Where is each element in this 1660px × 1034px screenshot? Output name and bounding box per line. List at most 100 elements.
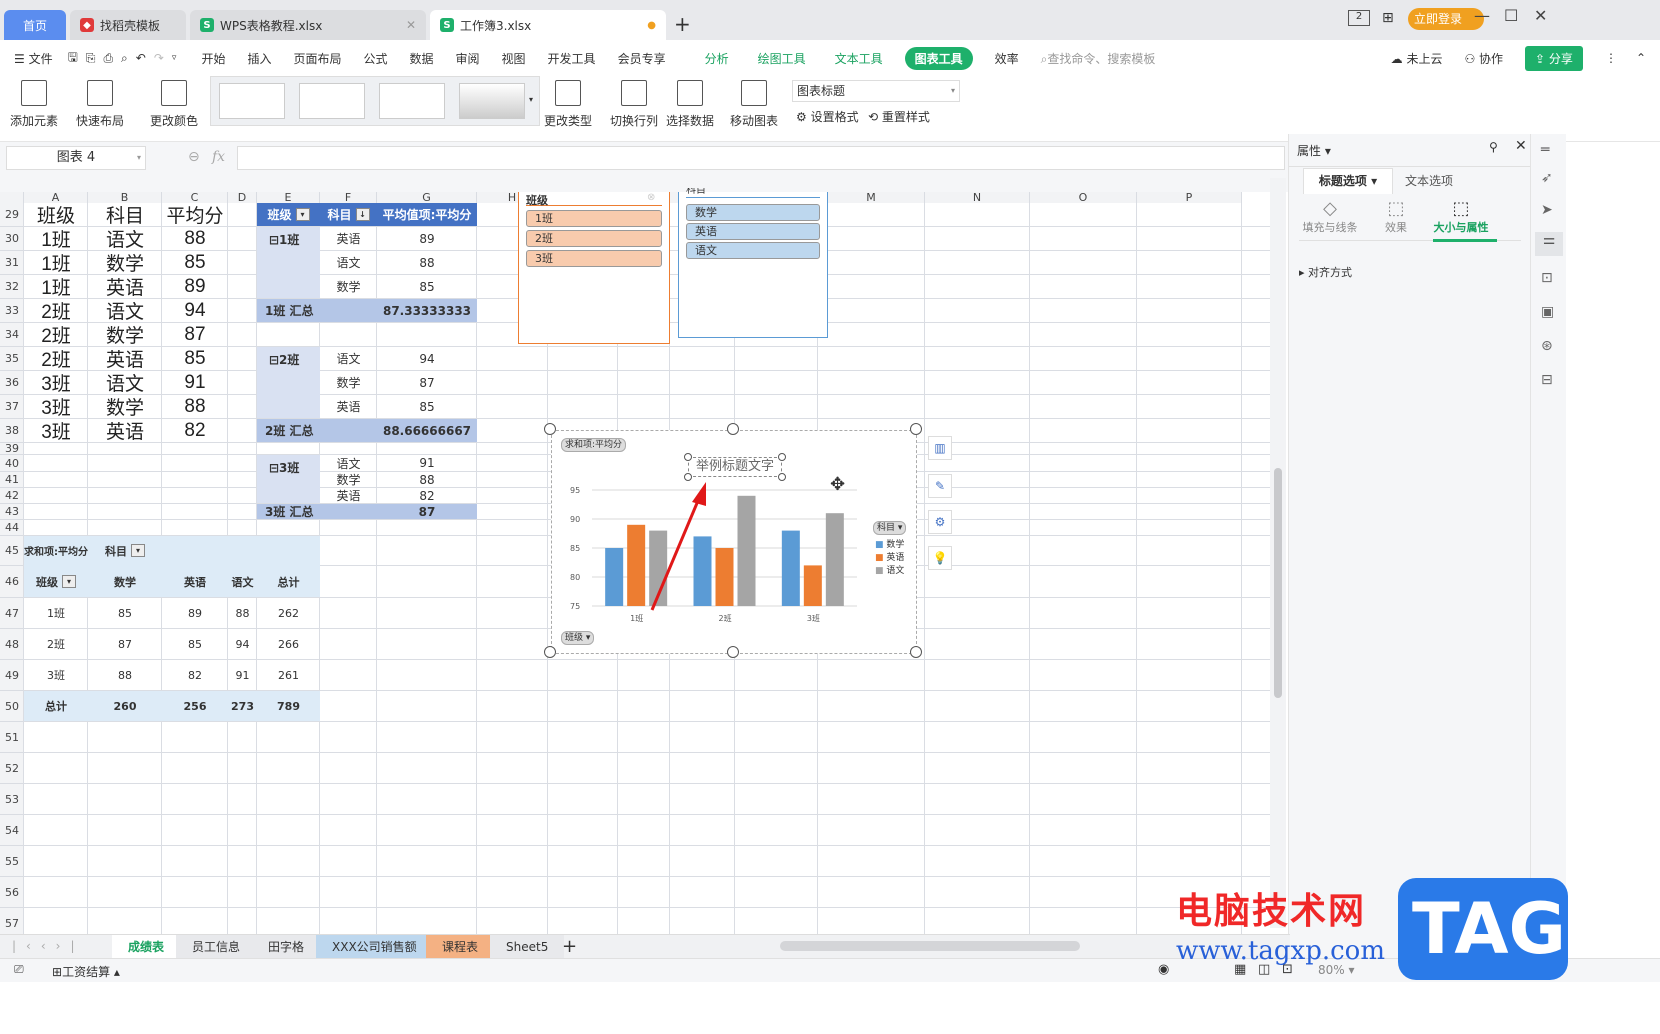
tab-wps-tutorial[interactable]: S WPS表格教程.xlsx ✕ — [190, 10, 426, 40]
cell[interactable]: 3班 — [24, 395, 88, 418]
tab-title-options[interactable]: 标题选项 ▾ — [1303, 168, 1393, 194]
chart-style-3[interactable] — [379, 83, 445, 119]
cell[interactable]: 2班 — [24, 323, 88, 346]
pivot-value[interactable]: 94 — [377, 347, 477, 370]
pivot2-total-cell[interactable]: 789 — [257, 691, 320, 721]
cell[interactable]: 数学 — [88, 251, 162, 274]
compass-icon[interactable]: ⊛ — [1541, 338, 1553, 354]
name-box[interactable]: 图表 4 ▾ — [6, 146, 146, 170]
pivot2-cell[interactable]: 87 — [88, 629, 162, 659]
sheet-nav-arrows[interactable]: |‹‹›| — [12, 939, 84, 953]
pivot2-cell[interactable]: 266 — [257, 629, 320, 659]
cell[interactable]: 1班 — [24, 227, 88, 250]
sheet-tab[interactable]: 员工信息 — [176, 935, 257, 959]
apps-grid-icon[interactable]: ⊞ — [1382, 10, 1394, 26]
chart-resize-handle[interactable] — [910, 423, 922, 435]
filter-dropdown-icon[interactable]: ▾ — [131, 544, 145, 557]
pivot2-cell[interactable]: 88 — [228, 598, 257, 628]
collapse-ribbon-icon[interactable]: ⌃ — [1636, 51, 1646, 65]
pivot2-cell[interactable]: 262 — [257, 598, 320, 628]
bar-语文-3班[interactable] — [825, 513, 844, 606]
close-panel-icon[interactable]: ✕ — [1515, 138, 1527, 154]
menu-analyze[interactable]: 分析 — [705, 50, 729, 67]
pivot2-col-header[interactable]: 总计 — [257, 566, 320, 597]
chart-style-4[interactable] — [459, 83, 525, 119]
pivot2-cell[interactable]: 85 — [88, 598, 162, 628]
column-header[interactable]: B — [88, 192, 162, 203]
pivot-group-label[interactable]: ⊟2班 — [257, 347, 320, 418]
row-header[interactable]: 55 — [0, 846, 24, 877]
cell[interactable]: 3班 — [24, 419, 88, 442]
pivot2-cell[interactable]: 91 — [228, 660, 257, 690]
row-header[interactable]: 33 — [0, 299, 24, 323]
search-box[interactable]: ⌕查找命令、搜索模板 — [1041, 50, 1156, 67]
cell[interactable]: 数学 — [88, 323, 162, 346]
axis-field-button[interactable]: 班级 ▾ — [561, 631, 595, 645]
pivot2-cell[interactable]: 3班 — [24, 660, 88, 690]
column-header[interactable]: O — [1030, 192, 1137, 203]
reset-style-button[interactable]: ⟲ 重置样式 — [868, 108, 930, 125]
cell[interactable]: 英语 — [88, 347, 162, 370]
scrollbar-thumb[interactable] — [1274, 468, 1282, 698]
row-header[interactable]: 47 — [0, 598, 24, 629]
pivot-subtotal-value[interactable]: 88.66666667 — [377, 419, 477, 442]
tab-workbook3[interactable]: S 工作簿3.xlsx ● — [430, 10, 666, 40]
row-header[interactable]: 35 — [0, 347, 24, 371]
sheet-tab[interactable]: XXX公司销售额 — [316, 935, 433, 959]
properties-icon[interactable]: ⚌ — [1535, 232, 1563, 256]
sheet-tab[interactable]: 田字格 — [252, 935, 321, 959]
formula-input[interactable] — [237, 146, 1285, 170]
cell[interactable]: 88 — [162, 395, 228, 418]
pivot-subject[interactable]: 数学 — [320, 371, 377, 394]
row-header[interactable]: 29 — [0, 203, 24, 227]
empty-cell[interactable] — [257, 443, 320, 454]
cloud-status[interactable]: ☁ 未上云 — [1391, 50, 1443, 67]
pivot-subject[interactable]: 数学 — [320, 275, 377, 298]
print-icon[interactable]: ⎙ — [103, 51, 113, 66]
filter-dropdown-icon[interactable]: ▾ — [62, 575, 76, 588]
header-cell[interactable]: 科目 — [88, 203, 162, 226]
pivot-value[interactable]: 91 — [377, 455, 477, 471]
pivot2-cell[interactable]: 2班 — [24, 629, 88, 659]
bar-数学-1班[interactable] — [605, 548, 624, 606]
subtab-size-properties[interactable]: ⬚ 大小与属性 — [1429, 198, 1493, 235]
chart-style-1[interactable] — [219, 83, 285, 119]
cell[interactable]: 2班 — [24, 299, 88, 322]
pin-icon[interactable]: ⚲ — [1489, 140, 1498, 154]
chart-style-brush-icon[interactable]: ✎ — [928, 474, 952, 498]
menu-efficiency[interactable]: 效率 — [995, 50, 1019, 67]
row-header[interactable]: 46 — [0, 566, 24, 598]
shape-icon[interactable]: ⊡ — [1541, 270, 1553, 286]
row-header[interactable]: 34 — [0, 323, 24, 347]
slicer-item[interactable]: 2班 — [526, 230, 662, 247]
macro-icon[interactable]: ⎚ — [14, 962, 24, 977]
panel-title[interactable]: 属性 ▾ — [1297, 142, 1331, 159]
menu-home[interactable]: 开始 — [201, 50, 225, 67]
chart-elements-icon[interactable]: ▥ — [928, 436, 952, 460]
pivot2-row-field[interactable]: 班级 ▾ — [24, 566, 88, 597]
chart-settings-icon[interactable]: ⚙ — [928, 510, 952, 534]
page-indicator[interactable]: 2 — [1348, 10, 1370, 26]
pivot-header[interactable]: 平均值项:平均分 — [377, 203, 477, 226]
row-header[interactable]: 42 — [0, 488, 24, 504]
pivot-value[interactable]: 89 — [377, 227, 477, 250]
pivot-subtotal-label[interactable]: 2班 汇总 — [257, 419, 377, 442]
change-type-button[interactable]: 更改类型 — [544, 80, 592, 129]
pivot2-total-cell[interactable]: 总计 — [24, 691, 88, 721]
column-header[interactable]: G — [377, 192, 477, 203]
row-header[interactable]: 56 — [0, 877, 24, 908]
pivot-subject[interactable]: 英语 — [320, 227, 377, 250]
row-header[interactable]: 39 — [0, 442, 24, 455]
menu-text-tools[interactable]: 文本工具 — [835, 50, 883, 67]
cell[interactable]: 94 — [162, 299, 228, 322]
filter-dropdown-icon[interactable]: ▾ — [295, 208, 310, 221]
pivot2-cell[interactable]: 82 — [162, 660, 228, 690]
row-header[interactable]: 49 — [0, 660, 24, 691]
sheet-tab[interactable]: 成绩表 — [112, 935, 181, 959]
cell[interactable]: 88 — [162, 227, 228, 250]
tab-text-options[interactable]: 文本选项 — [1405, 172, 1453, 189]
chart-resize-handle[interactable] — [727, 646, 739, 658]
pivot2-cell[interactable]: 261 — [257, 660, 320, 690]
row-header[interactable]: 41 — [0, 472, 24, 488]
clear-filter-icon[interactable]: ⊗ — [647, 192, 655, 203]
